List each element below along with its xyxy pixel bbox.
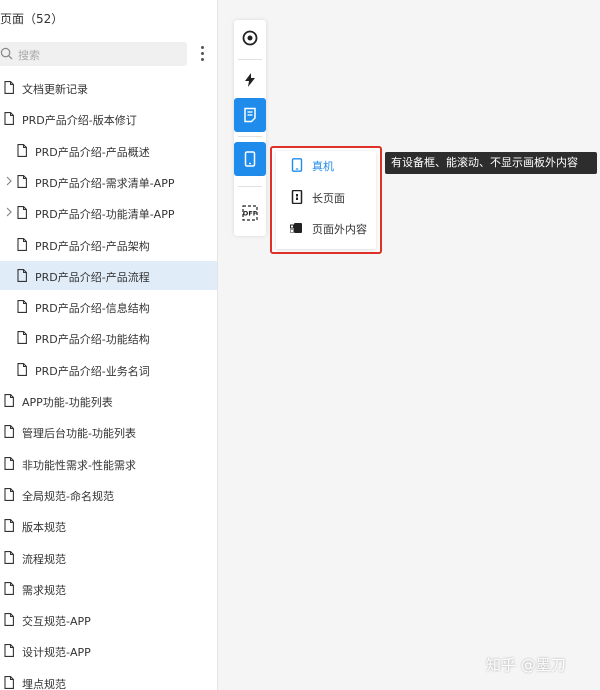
toolbar-divider <box>238 59 262 60</box>
device-mode-menu-panel: 真机 长页面 页面外内容 <box>276 151 376 249</box>
page-list-item-label: 版本规范 <box>22 521 66 534</box>
page-list-item-label: PRD产品介绍-产品架构 <box>35 240 150 253</box>
page-icon <box>17 238 27 251</box>
menu-item-real-device[interactable]: 真机 <box>280 151 376 179</box>
page-icon <box>17 206 27 219</box>
page-list-item-label: 文档更新记录 <box>22 83 88 96</box>
page-list-item[interactable]: 设计规范-APP <box>0 636 217 665</box>
search-icon <box>0 47 13 60</box>
phone-icon <box>244 151 256 167</box>
menu-item-long-page[interactable]: 长页面 <box>280 183 376 211</box>
device-mode-button[interactable] <box>234 142 266 176</box>
page-list-item-label: PRD产品介绍-产品概述 <box>35 146 150 159</box>
page-list-item[interactable]: PRD产品介绍-产品流程 <box>0 261 217 290</box>
page-icon <box>4 644 14 657</box>
page-icon <box>17 144 27 157</box>
page-list-item-label: 流程规范 <box>22 553 66 566</box>
page-icon <box>17 269 27 282</box>
menu-item-label: 页面外内容 <box>312 223 367 236</box>
menu-item-label: 真机 <box>312 160 334 173</box>
off-button[interactable]: OFF <box>234 196 266 230</box>
page-list-item[interactable]: PRD产品介绍-产品概述 <box>0 136 217 165</box>
page-list-item-label: PRD产品介绍-功能清单-APP <box>35 208 175 221</box>
page-list-item-label: 非功能性需求-性能需求 <box>22 459 136 472</box>
page-list-item[interactable]: 管理后台功能-功能列表 <box>0 417 217 446</box>
long-page-icon <box>291 190 303 204</box>
menu-item-label: 长页面 <box>312 192 345 205</box>
target-icon <box>242 30 258 46</box>
page-icon <box>17 300 27 313</box>
page-list-item[interactable]: PRD产品介绍-信息结构 <box>0 292 217 321</box>
page-list-item[interactable]: 埋点规范 <box>0 668 217 690</box>
page-icon <box>4 81 14 94</box>
target-button[interactable] <box>234 21 266 55</box>
page-icon <box>4 394 14 407</box>
toolbar-divider <box>238 136 262 137</box>
page-list-item-label: PRD产品介绍-功能结构 <box>35 333 150 346</box>
page-list-item-label: PRD产品介绍-版本修订 <box>22 114 137 127</box>
preview-toolbar: OFF <box>234 20 266 236</box>
page-list-item-label: 管理后台功能-功能列表 <box>22 427 136 440</box>
page-icon <box>17 363 27 376</box>
page-list-item[interactable]: 交互规范-APP <box>0 605 217 634</box>
note-icon <box>244 107 256 123</box>
page-list-item-label: 需求规范 <box>22 584 66 597</box>
pages-panel: 页面（52） 搜索 文档更新记录 PRD产品介绍-版本修订 PRD产品介绍-产品概述… <box>0 0 218 690</box>
menu-item-outside-content[interactable]: 页面外内容 <box>280 214 376 242</box>
page-list-item[interactable]: PRD产品介绍-功能结构 <box>0 323 217 352</box>
page-list-item[interactable]: 流程规范 <box>0 543 217 572</box>
phone-icon <box>291 158 303 172</box>
page-list-item[interactable]: PRD产品介绍-版本修订 <box>0 104 217 133</box>
page-icon <box>4 488 14 501</box>
page-list-item-label: 交互规范-APP <box>22 615 91 628</box>
page-list-item[interactable]: 版本规范 <box>0 511 217 540</box>
interaction-button[interactable] <box>234 63 266 97</box>
page-list-item[interactable]: PRD产品介绍-业务名词 <box>0 355 217 384</box>
page-list-item[interactable]: 非功能性需求-性能需求 <box>0 449 217 478</box>
page-icon <box>4 613 14 626</box>
page-icon <box>4 457 14 470</box>
page-icon <box>4 425 14 438</box>
page-icon <box>4 519 14 532</box>
page-list-item-label: PRD产品介绍-需求清单-APP <box>35 177 175 190</box>
page-list-item[interactable]: PRD产品介绍-功能清单-APP <box>0 198 217 227</box>
page-list-item-label: 全局规范-命名规范 <box>22 490 114 503</box>
svg-text:OFF: OFF <box>243 210 257 218</box>
off-icon: OFF <box>242 205 258 221</box>
search-input[interactable]: 搜索 <box>0 42 187 66</box>
page-icon <box>4 582 14 595</box>
more-options-button[interactable] <box>197 46 207 62</box>
page-list-item-label: PRD产品介绍-信息结构 <box>35 302 150 315</box>
watermark: 知乎 @墨刀 <box>486 656 566 674</box>
page-list-item[interactable]: 全局规范-命名规范 <box>0 480 217 509</box>
page-list-item[interactable]: PRD产品介绍-产品架构 <box>0 230 217 259</box>
page-icon <box>17 175 27 188</box>
page-list-item[interactable]: 需求规范 <box>0 574 217 603</box>
page-list-item-label: PRD产品介绍-产品流程 <box>35 271 150 284</box>
device-mode-tooltip: 有设备框、能滚动、不显示画板外内容 <box>385 152 597 174</box>
search-placeholder: 搜索 <box>18 49 40 62</box>
chevron-right-icon[interactable] <box>5 176 13 186</box>
page-icon <box>4 676 14 689</box>
page-list-item[interactable]: PRD产品介绍-需求清单-APP <box>0 167 217 196</box>
page-icon <box>17 331 27 344</box>
page-icon <box>4 112 14 125</box>
page-list-item-label: 设计规范-APP <box>22 646 91 659</box>
device-mode-menu: 真机 长页面 页面外内容 <box>270 146 382 254</box>
page-list-item-label: APP功能-功能列表 <box>22 396 113 409</box>
page-list-item[interactable]: 文档更新记录 <box>0 73 217 102</box>
toolbar-divider <box>238 186 262 187</box>
page-list-item-label: 埋点规范 <box>22 678 66 690</box>
lightning-icon <box>245 73 255 87</box>
annotation-button[interactable] <box>234 98 266 132</box>
pages-header: 页面（52） <box>0 12 64 26</box>
page-icon <box>4 551 14 564</box>
page-list-item[interactable]: APP功能-功能列表 <box>0 386 217 415</box>
outside-content-icon <box>290 223 302 233</box>
chevron-right-icon[interactable] <box>5 207 13 217</box>
page-list-item-label: PRD产品介绍-业务名词 <box>35 365 150 378</box>
